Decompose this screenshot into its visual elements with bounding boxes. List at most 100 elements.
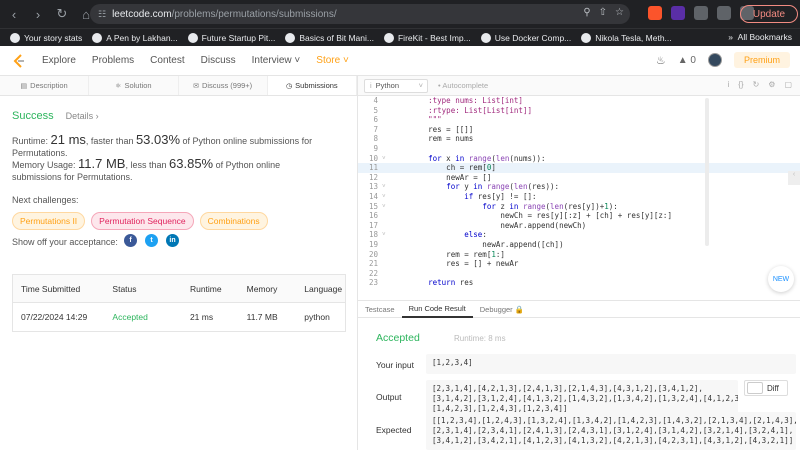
leetcode-logo-icon[interactable]	[12, 53, 26, 68]
braces-icon[interactable]: {}	[738, 80, 743, 89]
nav-contest[interactable]: Contest	[150, 55, 184, 66]
code-line[interactable]: 5 :rtype: List[List[int]]	[358, 106, 800, 116]
fold-chevron-icon[interactable]: ˅	[382, 230, 392, 240]
code-line[interactable]: 4 :type nums: List[int]	[358, 96, 800, 106]
nav-store[interactable]: Store ˅	[316, 55, 349, 66]
details-link[interactable]: Details ›	[66, 111, 99, 121]
code-line[interactable]: 12 newAr = []	[358, 173, 800, 183]
panel-toggle-icon[interactable]: ‹	[788, 171, 800, 185]
bookmark-item[interactable]: FireKit - Best Imp...	[383, 32, 471, 43]
code-line[interactable]: 6 """	[358, 115, 800, 125]
share-icon[interactable]: ⇧	[599, 7, 607, 18]
nav-interview[interactable]: Interview ˅	[252, 55, 301, 66]
dot-icon: •	[438, 81, 441, 90]
new-feature-button[interactable]: NEW	[768, 266, 794, 292]
autocomplete-toggle[interactable]: • Autocomplete	[438, 81, 488, 90]
bookmark-star-icon[interactable]: ☆	[615, 7, 624, 18]
info-icon[interactable]: i	[727, 80, 729, 89]
language-select[interactable]: i Python ˅	[364, 78, 428, 93]
code-text: ch = rem[0]	[392, 163, 496, 173]
code-line[interactable]: 19 newAr.append([ch])	[358, 240, 800, 250]
table-row[interactable]: 07/22/2024 14:29 Accepted 21 ms 11.7 MB …	[13, 303, 345, 331]
site-info-icon[interactable]: ☷	[98, 9, 106, 20]
back-icon[interactable]: ‹	[4, 4, 24, 24]
fold-chevron-icon[interactable]: ˅	[382, 202, 392, 212]
code-line[interactable]: 11 ch = rem[0]	[358, 163, 800, 173]
fold-chevron-icon[interactable]: ˅	[382, 192, 392, 202]
nav-discuss[interactable]: Discuss	[201, 55, 236, 66]
flask-icon: ⚛	[115, 82, 122, 90]
code-text: else:	[464, 230, 487, 240]
tab-debugger[interactable]: Debugger 🔒	[473, 300, 531, 318]
linkedin-icon[interactable]: in	[166, 234, 179, 247]
code-line[interactable]: 20 rem = rem[1:]	[358, 250, 800, 260]
code-line[interactable]: 15 ˅ for z in range(len(res[y])+1):	[358, 202, 800, 212]
settings-icon[interactable]: ⚙	[768, 80, 775, 89]
fold-chevron-icon[interactable]: ˅	[382, 182, 392, 192]
code-line[interactable]: 21 res = [] + newAr	[358, 259, 800, 269]
comment-icon: ✉	[193, 82, 199, 90]
line-number: 9	[373, 143, 378, 153]
challenge-permutation-sequence[interactable]: Permutation Sequence	[91, 212, 194, 230]
tab-submissions[interactable]: ◷ Submissions	[267, 76, 357, 95]
accepted-link[interactable]: Accepted	[104, 312, 182, 322]
forward-icon[interactable]: ›	[28, 4, 48, 24]
code-line[interactable]: 23 return res	[358, 278, 800, 288]
code-line[interactable]: 7 res = [[]]	[358, 125, 800, 135]
fold-chevron-icon[interactable]: ˅	[382, 154, 392, 164]
fold-gutter	[382, 221, 392, 231]
code-line[interactable]: 16 newCh = res[y][:z] + [ch] + res[y][z:…	[358, 211, 800, 221]
code-line[interactable]: 14 ˅ if res[y] != []:	[358, 192, 800, 202]
diff-switch[interactable]	[747, 382, 763, 394]
code-icon: i	[370, 81, 372, 90]
fullscreen-icon[interactable]: ▢	[784, 80, 792, 89]
nav-problems[interactable]: Problems	[92, 55, 134, 66]
code-editor[interactable]: 4 :type nums: List[int] 5 :rtype: List[Li…	[358, 96, 800, 296]
editor-scrollbar[interactable]	[705, 98, 709, 246]
line-number: 7	[373, 124, 378, 134]
tab-solution[interactable]: ⚛ Solution	[89, 76, 179, 95]
line-number: 6	[373, 115, 378, 125]
challenge-combinations[interactable]: Combinations	[199, 212, 268, 230]
line-number: 22	[368, 268, 378, 278]
tab-discuss[interactable]: ✉ Discuss (999+)	[179, 76, 268, 95]
reload-icon[interactable]: ↻	[52, 4, 72, 24]
code-line[interactable]: 17 newAr.append(newCh)	[358, 221, 800, 231]
update-button[interactable]: Update	[740, 5, 798, 23]
tab-description[interactable]: ▤ Description	[0, 76, 90, 95]
tab-testcase[interactable]: Testcase	[358, 300, 402, 318]
extensions-icon[interactable]	[694, 6, 708, 20]
brave-shield-icon[interactable]	[648, 6, 662, 20]
bookmark-item[interactable]: Use Docker Comp...	[480, 32, 571, 43]
expected-label: Expected	[376, 425, 412, 435]
twitter-icon[interactable]: t	[145, 234, 158, 247]
premium-button[interactable]: Premium	[733, 52, 790, 68]
diff-toggle[interactable]: Diff	[744, 380, 788, 396]
code-line[interactable]: 8 rem = nums	[358, 134, 800, 144]
bookmark-item[interactable]: A Pen by Lakhan...	[92, 32, 178, 43]
bookmark-item[interactable]: Nikola Tesla, Meth...	[581, 32, 672, 43]
fold-gutter	[382, 173, 392, 183]
code-line[interactable]: 22	[358, 269, 800, 279]
sidebar-icon[interactable]	[717, 6, 731, 20]
reset-icon[interactable]: ↻	[753, 80, 760, 89]
bookmark-item[interactable]: Future Startup Pit...	[187, 32, 275, 43]
code-line[interactable]: 18 ˅ else:	[358, 230, 800, 240]
fold-gutter	[382, 106, 392, 116]
tab-run-code-result[interactable]: Run Code Result	[401, 300, 473, 318]
nav-explore[interactable]: Explore	[42, 55, 76, 66]
code-line[interactable]: 9	[358, 144, 800, 154]
code-line[interactable]: 13 ˅ for y in range(len(res)):	[358, 182, 800, 192]
bookmark-item[interactable]: Basics of Bit Mani...	[285, 32, 374, 43]
notification-bell-icon[interactable]: ♨	[656, 54, 666, 67]
facebook-icon[interactable]: f	[124, 234, 137, 247]
address-bar[interactable]: ☷ leetcode.com/problems/permutations/sub…	[90, 4, 630, 24]
brave-rewards-icon[interactable]	[671, 6, 685, 20]
all-bookmarks-button[interactable]: » All Bookmarks	[728, 32, 792, 42]
challenge-permutations-ii[interactable]: Permutations II	[12, 212, 86, 230]
avatar[interactable]	[707, 53, 722, 67]
streak-counter[interactable]: ▲ 0	[678, 55, 696, 66]
zoom-icon[interactable]: ⚲	[583, 7, 590, 18]
code-line[interactable]: 10 ˅ for x in range(len(nums)):	[358, 154, 800, 164]
bookmark-item[interactable]: Your story stats	[10, 32, 82, 43]
